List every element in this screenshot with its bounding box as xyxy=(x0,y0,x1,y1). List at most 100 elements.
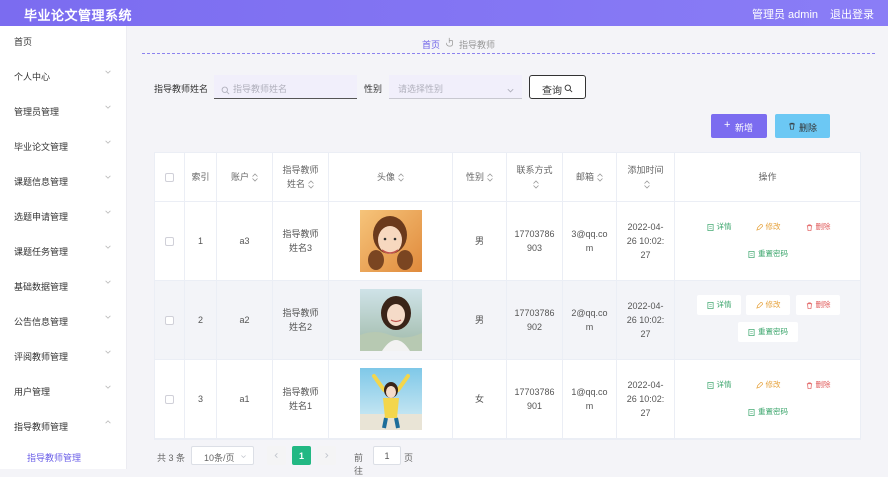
document-icon xyxy=(748,328,755,336)
cell-email-l1: 2@qq.co xyxy=(571,308,608,318)
row-checkbox[interactable] xyxy=(165,236,174,246)
cell-name-l2: 姓名3 xyxy=(288,243,312,253)
plus-icon: + xyxy=(724,119,731,131)
sidebar-item-personal-center[interactable]: 个人中心 xyxy=(0,61,127,89)
delete-button[interactable]: 删除 xyxy=(796,295,840,315)
row-checkbox[interactable] xyxy=(165,315,174,325)
chevron-down-icon xyxy=(104,208,112,216)
sidebar-item-user-mgmt[interactable]: 用户管理 xyxy=(0,376,127,404)
cell-time-l1: 2022-04- xyxy=(627,301,664,311)
delete-button[interactable]: 删除 xyxy=(796,217,840,237)
cell-phone: 17703786 902 xyxy=(507,281,563,359)
goto-page-input[interactable] xyxy=(373,446,401,465)
top-bar: 毕业论文管理系统 管理员 admin 退出登录 xyxy=(0,0,888,26)
chevron-down-icon xyxy=(506,82,515,93)
header-added-time[interactable]: 添加时间 xyxy=(617,153,675,201)
cell-email: 2@qq.co m xyxy=(563,281,617,359)
breadcrumb-home-link[interactable]: 首页 xyxy=(422,38,440,51)
admin-user-label[interactable]: 管理员 admin xyxy=(752,6,818,22)
sidebar-item-base-data-mgmt[interactable]: 基础数据管理 xyxy=(0,271,127,299)
header-gender[interactable]: 性别 xyxy=(453,153,507,201)
document-icon xyxy=(707,381,713,389)
header-added-time-l1: 添加时间 xyxy=(627,165,664,175)
document-icon xyxy=(707,223,713,231)
sidebar-item-reviewer-mgmt[interactable]: 评阅教师管理 xyxy=(0,341,127,369)
detail-button[interactable]: 详情 xyxy=(697,295,741,315)
cell-ops: 详情 修改 删除 重置密码 xyxy=(675,281,860,359)
query-button[interactable]: 查询 xyxy=(529,75,586,99)
batch-delete-button[interactable]: 删除 xyxy=(775,114,830,138)
cell-email: 3@qq.co m xyxy=(563,202,617,280)
chevron-up-icon xyxy=(104,418,112,426)
advisor-name-label: 指导教师姓名 xyxy=(154,84,209,94)
sidebar-item-label: 毕业论文管理 xyxy=(14,142,69,152)
add-button[interactable]: + 新增 xyxy=(711,114,767,138)
edit-button[interactable]: 修改 xyxy=(746,375,790,395)
cell-time-l3: 27 xyxy=(640,250,651,260)
chevron-down-icon xyxy=(104,103,112,111)
header-avatar[interactable]: 头像 xyxy=(329,153,453,201)
edit-button[interactable]: 修改 xyxy=(746,295,790,315)
cell-ops: 详情 修改 删除 重置密码 xyxy=(675,202,860,280)
header-account[interactable]: 账户 xyxy=(217,153,273,201)
sidebar-item-admin-mgmt[interactable]: 管理员管理 xyxy=(0,96,127,124)
sidebar-item-topic-info-mgmt[interactable]: 课题信息管理 xyxy=(0,166,127,194)
edit-label: 修改 xyxy=(765,380,781,389)
cell-email-l1: 3@qq.co xyxy=(571,229,608,239)
search-icon xyxy=(221,82,230,95)
detail-button[interactable]: 详情 xyxy=(697,375,741,395)
sidebar-item-advisor-mgmt[interactable]: 指导教师管理 xyxy=(0,411,127,439)
logout-link[interactable]: 退出登录 xyxy=(830,6,874,22)
select-all-checkbox[interactable] xyxy=(165,172,174,182)
page-number-current[interactable]: 1 xyxy=(292,446,311,465)
detail-button[interactable]: 详情 xyxy=(697,217,741,237)
row-select-cell xyxy=(155,202,185,280)
cell-time-l1: 2022-04- xyxy=(627,222,664,232)
header-email[interactable]: 邮箱 xyxy=(563,153,617,201)
chevron-down-icon xyxy=(104,383,112,391)
trash-icon xyxy=(806,302,812,309)
breadcrumb-current: 指导教师 xyxy=(459,40,496,50)
sort-icon xyxy=(644,180,650,189)
reset-password-button[interactable]: 重置密码 xyxy=(738,402,798,422)
prev-page-button[interactable] xyxy=(267,446,286,465)
header-advisor-name[interactable]: 指导教师 姓名 xyxy=(273,153,329,201)
gender-select[interactable]: 请选择性别 xyxy=(389,75,522,99)
next-page-button[interactable] xyxy=(317,446,336,465)
delete-label: 删除 xyxy=(815,380,831,389)
delete-button[interactable]: 删除 xyxy=(796,375,840,395)
select-all-cell xyxy=(155,153,185,201)
reset-password-button[interactable]: 重置密码 xyxy=(738,322,798,342)
sidebar-item-label: 首页 xyxy=(14,37,33,47)
page-size-select[interactable]: 10条/页 xyxy=(191,446,254,465)
reset-password-button[interactable]: 重置密码 xyxy=(738,244,798,264)
sidebar-item-topic-task-mgmt[interactable]: 课题任务管理 xyxy=(0,236,127,264)
sidebar-item-topic-apply-mgmt[interactable]: 选题申请管理 xyxy=(0,201,127,229)
cell-phone: 17703786 901 xyxy=(507,360,563,438)
sidebar-item-home[interactable]: 首页 xyxy=(0,26,127,54)
row-checkbox[interactable] xyxy=(165,394,174,404)
sort-icon xyxy=(597,172,603,182)
avatar-image[interactable] xyxy=(359,368,422,430)
sort-icon xyxy=(398,172,404,182)
sidebar-subitem-advisor-mgmt[interactable]: 指导教师管理 xyxy=(0,444,127,468)
table-header-row: 索引 账户 指导教师 姓名 头像 性别 联系方式 邮箱 添加时间 操作 xyxy=(155,153,860,202)
sidebar-item-label: 指导教师管理 xyxy=(14,422,69,432)
search-icon xyxy=(564,84,573,93)
avatar-image[interactable] xyxy=(359,289,422,351)
avatar-image[interactable] xyxy=(359,210,422,272)
cell-name-l2: 姓名1 xyxy=(288,401,312,411)
header-contact[interactable]: 联系方式 xyxy=(507,153,563,201)
chevron-down-icon xyxy=(104,243,112,251)
edit-button[interactable]: 修改 xyxy=(746,217,790,237)
chevron-right-icon xyxy=(325,453,329,458)
chevron-down-icon xyxy=(241,455,246,459)
page-size-value: 10条/页 xyxy=(204,453,235,463)
cell-email-l2: m xyxy=(585,243,594,253)
advisor-name-input[interactable]: 指导教师姓名 xyxy=(214,75,357,99)
gender-label: 性别 xyxy=(364,84,383,94)
cell-index: 3 xyxy=(185,360,217,438)
sidebar-item-notice-mgmt[interactable]: 公告信息管理 xyxy=(0,306,127,334)
header-account-label: 账户 xyxy=(230,172,249,182)
sidebar-item-thesis-mgmt[interactable]: 毕业论文管理 xyxy=(0,131,127,159)
